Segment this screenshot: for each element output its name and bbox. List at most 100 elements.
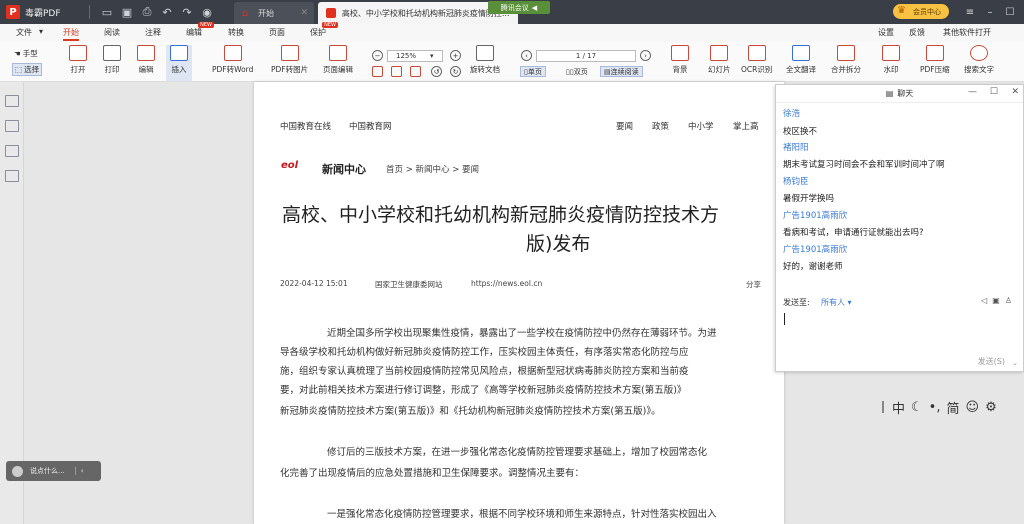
app-name: 毒霸PDF [25, 8, 61, 19]
article-date: 2022-04-12 15:01 [280, 279, 348, 288]
rotate-left-icon[interactable]: ↺ [431, 66, 442, 77]
menu-protect[interactable]: 保护 NEW [310, 22, 338, 38]
chat-icon: ▤ [885, 89, 894, 98]
drag-handle[interactable] [882, 401, 884, 413]
undo-icon[interactable]: ↶ [158, 3, 176, 21]
single-page-button[interactable]: ▯ 单页 [520, 66, 546, 77]
tab-home[interactable]: ⌂ 开始 ✕ [234, 2, 314, 24]
chevron-left-icon[interactable]: ‹ [74, 467, 84, 475]
ribbon-toolbar: ☚ 手型 ⬚ 选择 打开 打印 编辑 插入 PDF转Word PDF转图片 页面编辑… [0, 42, 1024, 118]
gear-icon[interactable]: ⚙ [985, 400, 997, 415]
ime-language[interactable]: 中 [892, 398, 905, 417]
doc-nav-link[interactable]: 中小学 [688, 120, 714, 132]
next-page-icon[interactable]: › [640, 50, 651, 61]
pdf-icon [326, 8, 336, 18]
prev-page-icon[interactable]: ‹ [521, 50, 532, 61]
share-label[interactable]: 分享 [746, 279, 761, 290]
image-icon[interactable]: ▣ [992, 296, 1005, 305]
save-icon[interactable]: ▣ [118, 3, 136, 21]
doc-nav-link[interactable]: 中国教育网 [349, 120, 392, 132]
background-button[interactable]: 背景 [671, 45, 689, 75]
cursor-icon: ⬚ [15, 65, 23, 74]
redo-icon[interactable]: ↷ [178, 3, 196, 21]
watermark-button[interactable]: 水印 [882, 45, 900, 75]
mute-icon[interactable]: ◁ [981, 296, 992, 305]
search-text-button[interactable]: 搜索文字 [964, 45, 994, 75]
page-number-input[interactable]: 1 / 17 [536, 50, 636, 62]
outline-icon[interactable] [5, 95, 19, 107]
emoji-icon[interactable]: ☺ [966, 400, 980, 415]
select-tool[interactable]: ⬚ 选择 [12, 63, 43, 76]
insert-button[interactable]: 插入 [166, 45, 192, 81]
edit-button[interactable]: 编辑 [137, 45, 155, 75]
doc-nav-link[interactable]: 掌上高 [733, 120, 759, 132]
maximize-icon[interactable]: ☐ [990, 87, 998, 97]
record-icon[interactable]: ◉ [198, 3, 216, 21]
chat-mini-bar[interactable]: 说点什么... ‹ [6, 461, 101, 481]
menu-annotate[interactable]: 注释 [145, 27, 161, 38]
pdf-to-word-button[interactable]: PDF转Word [212, 45, 253, 75]
tab-home-label: 开始 [258, 8, 274, 18]
menu-settings[interactable]: 设置 [878, 27, 894, 38]
pdf-to-image-button[interactable]: PDF转图片 [271, 45, 308, 75]
settings-menu-icon[interactable]: ≡ [960, 4, 980, 20]
paragraph-line: 一是强化常态化疫情防控管理要求，根据不同学校环境和师生来源特点，针对性落实校园出… [327, 509, 717, 520]
close-icon[interactable]: ✕ [300, 8, 308, 18]
compress-icon [925, 45, 944, 61]
menu-start[interactable]: 开始 [63, 27, 79, 41]
menu-feedback[interactable]: 反馈 [909, 27, 925, 38]
message-text: 校区换不 [783, 127, 818, 137]
zoom-select[interactable]: 125% ▾ [387, 50, 443, 62]
zoom-in-icon[interactable]: + [450, 50, 461, 61]
menu-read[interactable]: 阅读 [104, 27, 120, 38]
meeting-indicator[interactable]: 腾讯会议 ◀ [488, 1, 550, 14]
merge-split-button[interactable]: 合并拆分 [831, 45, 861, 75]
thumbnail-icon[interactable] [5, 120, 19, 132]
ocr-button[interactable]: OCR识别 [741, 45, 772, 75]
menu-page[interactable]: 页面 [269, 27, 285, 38]
open-button[interactable]: 打开 [69, 45, 87, 75]
menu-edit[interactable]: 编辑 NEW [186, 22, 214, 38]
minimize-icon[interactable]: – [980, 4, 1000, 20]
fit-page-icon[interactable] [372, 66, 383, 77]
continuous-button[interactable]: ▤ 连续阅读 [600, 66, 643, 77]
ime-script[interactable]: 简 [946, 398, 959, 417]
print-icon[interactable]: ⎙ [138, 3, 156, 21]
menu-other-open[interactable]: 其他软件打开 [943, 27, 991, 38]
recipient-select[interactable]: 所有人 ▾ [821, 297, 852, 308]
menu-convert[interactable]: 转换 [228, 27, 244, 38]
moon-icon[interactable]: ☾ [911, 400, 923, 415]
divider [89, 5, 90, 19]
zoom-out-icon[interactable]: − [372, 50, 383, 61]
punctuation-icon[interactable]: •, [929, 400, 941, 415]
attachment-icon[interactable] [5, 170, 19, 182]
vip-button[interactable]: ♛ 会员中心 [893, 4, 949, 19]
maximize-icon[interactable]: ☐ [1000, 4, 1020, 20]
hand-tool[interactable]: ☚ 手型 [14, 48, 38, 59]
print-button[interactable]: 打印 [103, 45, 121, 75]
translate-button[interactable]: 全文翻译 [786, 45, 816, 75]
doc-nav-link[interactable]: 政策 [652, 120, 669, 132]
fit-width-icon[interactable] [391, 66, 402, 77]
menu-file[interactable]: 文件 [16, 27, 32, 38]
send-button[interactable]: 发送(S) [978, 356, 1005, 367]
doc-nav-link[interactable]: 要闻 [616, 120, 633, 132]
close-icon[interactable]: ✕ [1011, 87, 1019, 97]
chat-message-input[interactable] [782, 313, 1018, 353]
actual-size-icon[interactable] [410, 66, 421, 77]
chevron-down-icon: ▾ [847, 298, 852, 307]
minimize-icon[interactable]: — [968, 87, 977, 97]
user-icon[interactable]: ♙ [1005, 296, 1017, 305]
slideshow-button[interactable]: 幻灯片 [708, 45, 731, 75]
new-badge: NEW [198, 22, 214, 28]
message-text: 看病和考试，申请通行证就能出去吗? [783, 228, 924, 238]
compress-button[interactable]: PDF压缩 [920, 45, 950, 75]
annotation-icon[interactable] [5, 145, 19, 157]
folder-icon[interactable]: ▭ [98, 3, 116, 21]
page-edit-button[interactable]: 页面编辑 [323, 45, 353, 75]
double-page-button[interactable]: ▯▯ 双页 [563, 66, 591, 77]
rotate-doc-button[interactable]: 旋转文档 [470, 45, 500, 75]
doc-nav-link[interactable]: 中国教育在线 [280, 120, 331, 132]
chevron-down-icon[interactable]: ⌄ [1012, 359, 1018, 367]
rotate-right-icon[interactable]: ↻ [450, 66, 461, 77]
